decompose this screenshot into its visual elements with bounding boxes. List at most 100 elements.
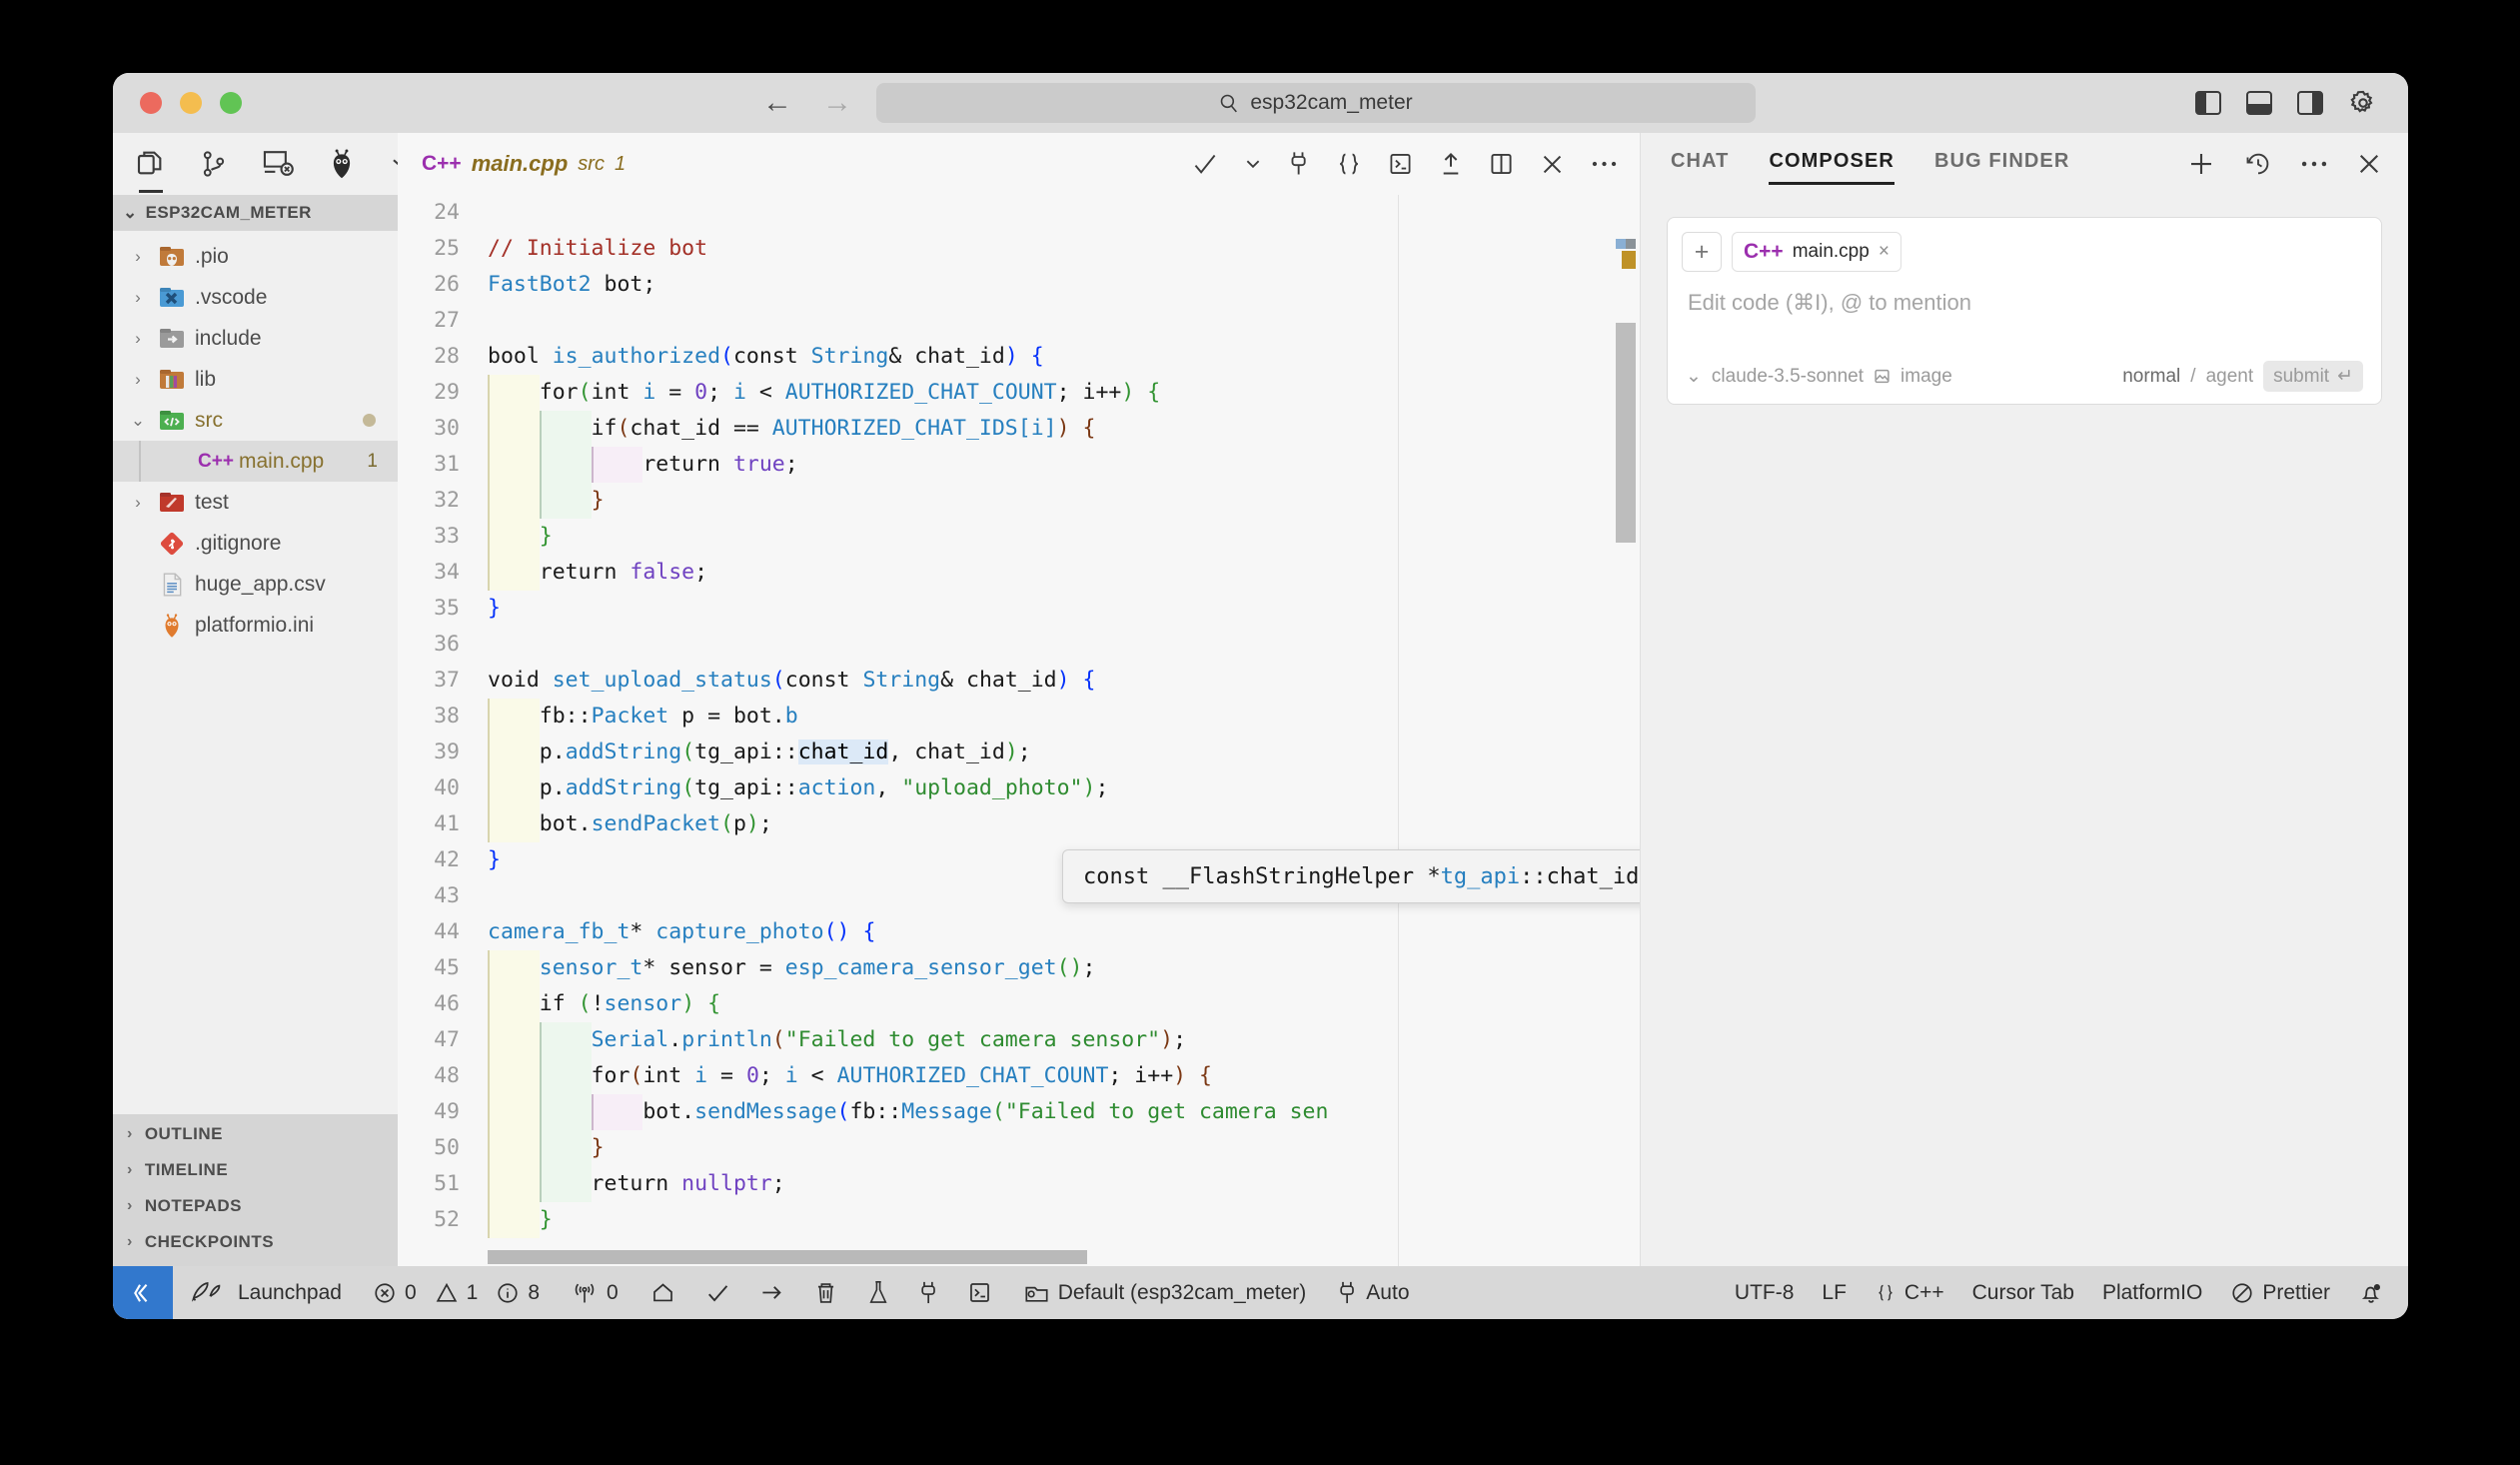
sidebar-section-outline[interactable]: ›OUTLINE bbox=[113, 1116, 398, 1152]
status-eol[interactable]: LF bbox=[1808, 1266, 1861, 1319]
tree-chevron-icon[interactable]: › bbox=[127, 329, 149, 349]
terminal-icon[interactable] bbox=[1388, 151, 1413, 177]
mode-normal-label[interactable]: normal bbox=[2122, 366, 2180, 388]
sidebar-section-notepads[interactable]: ›NOTEPADS bbox=[113, 1188, 398, 1224]
composer-input-box[interactable]: + C++ main.cpp × Edit code (⌘I), @ to me… bbox=[1667, 217, 2382, 405]
sidebar-section-timeline[interactable]: ›TIMELINE bbox=[113, 1152, 398, 1188]
code-line[interactable]: 51 return nullptr; bbox=[398, 1166, 1640, 1202]
code-line[interactable]: 44camera_fb_t* capture_photo() { bbox=[398, 914, 1640, 950]
history-icon[interactable] bbox=[2244, 150, 2272, 178]
back-arrow-icon[interactable]: ← bbox=[762, 88, 792, 118]
status-prettier[interactable]: Prettier bbox=[2216, 1266, 2344, 1319]
new-chat-plus-icon[interactable] bbox=[2186, 149, 2216, 179]
status-platformio[interactable]: PlatformIO bbox=[2088, 1266, 2216, 1319]
panel-tab-composer[interactable]: COMPOSER bbox=[1769, 150, 1893, 179]
tree-item--vscode[interactable]: ›.vscode bbox=[113, 277, 398, 318]
gear-icon[interactable] bbox=[2348, 88, 2378, 118]
code-line[interactable]: 37void set_upload_status(const String& c… bbox=[398, 663, 1640, 699]
zoom-window-button[interactable] bbox=[220, 92, 242, 114]
command-search-input[interactable]: esp32cam_meter bbox=[876, 83, 1756, 123]
status-notifications[interactable] bbox=[2344, 1266, 2398, 1319]
code-line[interactable]: 48 for(int i = 0; i < AUTHORIZED_CHAT_CO… bbox=[398, 1058, 1640, 1094]
add-context-button[interactable]: + bbox=[1682, 232, 1722, 272]
panel-tab-bug-finder[interactable]: BUG FINDER bbox=[1934, 150, 2069, 179]
code-line[interactable]: 49 bot.sendMessage(fb::Message("Failed t… bbox=[398, 1094, 1640, 1130]
status-environment[interactable]: Default (esp32cam_meter) bbox=[1006, 1266, 1324, 1319]
status-clean[interactable] bbox=[799, 1266, 852, 1319]
code-line[interactable]: 45 sensor_t* sensor = esp_camera_sensor_… bbox=[398, 950, 1640, 986]
remote-explorer-icon[interactable] bbox=[261, 143, 295, 185]
image-icon[interactable] bbox=[1874, 368, 1890, 385]
tree-chevron-icon[interactable]: › bbox=[127, 247, 149, 267]
status-problems[interactable]: 0 1 8 bbox=[359, 1266, 554, 1319]
tree-item-test[interactable]: ›test bbox=[113, 482, 398, 523]
code-line[interactable]: 33 } bbox=[398, 519, 1640, 555]
status-test[interactable] bbox=[852, 1266, 904, 1319]
explorer-icon[interactable] bbox=[135, 143, 167, 185]
status-cursor-tab[interactable]: Cursor Tab bbox=[1958, 1266, 2088, 1319]
tree-item-lib[interactable]: ›lib bbox=[113, 359, 398, 400]
context-file-chip[interactable]: C++ main.cpp × bbox=[1732, 232, 1901, 272]
upload-icon[interactable] bbox=[1439, 151, 1463, 178]
tree-chevron-icon[interactable]: › bbox=[127, 288, 149, 308]
status-ports[interactable]: 0 bbox=[554, 1266, 635, 1319]
tree-item-include[interactable]: ›include bbox=[113, 318, 398, 359]
serial-plug-icon[interactable] bbox=[1288, 150, 1310, 178]
code-line[interactable]: 25// Initialize bot bbox=[398, 231, 1640, 267]
code-line[interactable]: 32 } bbox=[398, 483, 1640, 519]
sidebar-section-checkpoints[interactable]: ›CHECKPOINTS bbox=[113, 1224, 398, 1260]
code-line[interactable]: 47 Serial.println("Failed to get camera … bbox=[398, 1022, 1640, 1058]
status-port-auto[interactable]: Auto bbox=[1323, 1266, 1423, 1319]
attach-image-label[interactable]: image bbox=[1900, 366, 1952, 388]
code-line[interactable]: 28bool is_authorized(const String& chat_… bbox=[398, 339, 1640, 375]
remove-context-icon[interactable]: × bbox=[1879, 241, 1890, 263]
check-icon[interactable] bbox=[1191, 151, 1218, 178]
code-line[interactable]: 24 bbox=[398, 195, 1640, 231]
toggle-panel-icon[interactable] bbox=[2246, 91, 2272, 115]
code-line[interactable]: 46 if (!sensor) { bbox=[398, 986, 1640, 1022]
toggle-secondary-sidebar-icon[interactable] bbox=[2297, 91, 2323, 115]
status-build[interactable] bbox=[690, 1266, 744, 1319]
tree-chevron-icon[interactable]: › bbox=[127, 370, 149, 390]
panel-tab-chat[interactable]: CHAT bbox=[1671, 150, 1729, 179]
model-chevron-icon[interactable]: ⌄ bbox=[1686, 365, 1702, 388]
code-line[interactable]: 35} bbox=[398, 591, 1640, 627]
model-selector-label[interactable]: claude-3.5-sonnet bbox=[1712, 366, 1864, 388]
code-line[interactable]: 31 return true; bbox=[398, 447, 1640, 483]
code-line[interactable]: 52 } bbox=[398, 1202, 1640, 1238]
remote-window-indicator[interactable] bbox=[113, 1266, 173, 1319]
code-line[interactable]: 50 } bbox=[398, 1130, 1640, 1166]
close-window-button[interactable] bbox=[140, 92, 162, 114]
status-terminal[interactable] bbox=[953, 1266, 1006, 1319]
tree-item-huge-app-csv[interactable]: huge_app.csv bbox=[113, 564, 398, 605]
platformio-icon[interactable] bbox=[327, 143, 357, 185]
code-line[interactable]: 38 fb::Packet p = bot.b bbox=[398, 699, 1640, 734]
tree-item-main-cpp[interactable]: C++main.cpp1 bbox=[113, 441, 398, 482]
code-line[interactable]: 34 return false; bbox=[398, 555, 1640, 591]
submit-button[interactable]: submit ↵ bbox=[2263, 361, 2363, 392]
status-encoding[interactable]: UTF-8 bbox=[1721, 1266, 1809, 1319]
tree-item--gitignore[interactable]: .gitignore bbox=[113, 523, 398, 564]
code-line[interactable]: 40 p.addString(tg_api::action, "upload_p… bbox=[398, 770, 1640, 806]
tree-item-src[interactable]: ⌄src bbox=[113, 400, 398, 441]
composer-placeholder[interactable]: Edit code (⌘I), @ to mention bbox=[1668, 272, 2381, 316]
tree-item--pio[interactable]: ›.pio bbox=[113, 236, 398, 277]
code-line[interactable]: 27 bbox=[398, 303, 1640, 339]
forward-arrow-icon[interactable]: → bbox=[822, 88, 852, 118]
code-line[interactable]: 36 bbox=[398, 627, 1640, 663]
toggle-primary-sidebar-icon[interactable] bbox=[2195, 91, 2221, 115]
more-actions-icon[interactable] bbox=[1591, 159, 1618, 169]
status-home[interactable] bbox=[635, 1266, 690, 1319]
vertical-scrollbar[interactable] bbox=[1616, 195, 1636, 1266]
close-icon[interactable] bbox=[1540, 152, 1565, 177]
project-header[interactable]: ⌄ ESP32CAM_METER bbox=[113, 195, 398, 231]
code-line[interactable]: 30 if(chat_id == AUTHORIZED_CHAT_IDS[i])… bbox=[398, 411, 1640, 447]
code-viewport[interactable]: 2425// Initialize bot26FastBot2 bot;2728… bbox=[398, 195, 1640, 1266]
breadcrumb[interactable]: C++ main.cpp src 1 bbox=[422, 151, 626, 177]
status-upload[interactable] bbox=[744, 1266, 799, 1319]
horizontal-scrollbar-thumb[interactable] bbox=[488, 1250, 1087, 1264]
status-language[interactable]: C++ bbox=[1861, 1266, 1958, 1319]
vertical-scrollbar-thumb[interactable] bbox=[1616, 323, 1636, 543]
split-editor-icon[interactable] bbox=[1489, 151, 1514, 177]
tree-item-platformio-ini[interactable]: platformio.ini bbox=[113, 605, 398, 646]
